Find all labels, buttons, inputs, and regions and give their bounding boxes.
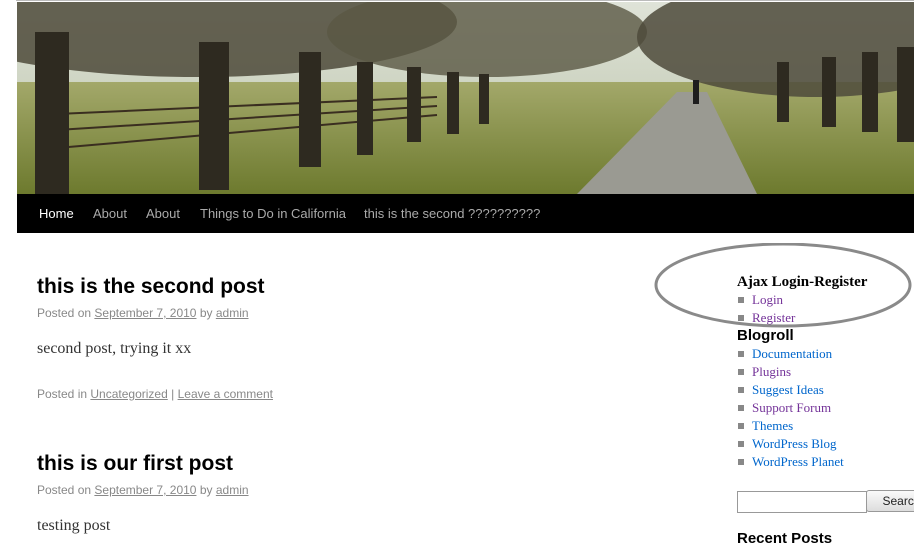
search-button[interactable]: Search [866, 490, 914, 512]
posted-on-label: Posted on [37, 483, 92, 497]
list-item: Themes [737, 417, 844, 435]
posted-in-label: Posted in [37, 387, 88, 401]
nav-item-home[interactable]: Home [39, 194, 74, 233]
nav-item-about-2[interactable]: About [146, 194, 180, 233]
top-border [16, 0, 914, 1]
list-item: Documentation [737, 345, 844, 363]
by-label: by [199, 483, 213, 497]
suggest-ideas-link[interactable]: Suggest Ideas [752, 382, 824, 397]
post-content: second post, trying it xx [37, 340, 192, 357]
by-label: by [199, 306, 213, 320]
list-item: WordPress Blog [737, 435, 844, 453]
support-forum-link[interactable]: Support Forum [752, 400, 831, 415]
highlight-ellipse [654, 243, 912, 328]
post-date-link[interactable]: September 7, 2010 [94, 306, 196, 320]
post-title[interactable]: this is the second post [37, 275, 265, 299]
post-meta: Posted on September 7, 2010 by admin [37, 306, 249, 320]
nav-item-things-to-do[interactable]: Things to Do in California [200, 194, 346, 233]
plugins-link[interactable]: Plugins [752, 364, 791, 379]
category-link[interactable]: Uncategorized [90, 387, 167, 401]
post-content: testing post [37, 517, 111, 534]
recent-posts-title: Recent Posts [737, 530, 833, 547]
list-item: Plugins [737, 363, 844, 381]
blogroll-title: Blogroll [737, 327, 794, 344]
author-link[interactable]: admin [216, 306, 249, 320]
posted-on-label: Posted on [37, 306, 92, 320]
wordpress-planet-link[interactable]: WordPress Planet [752, 454, 844, 469]
separator: | [171, 387, 175, 401]
blogroll-list: Documentation Plugins Suggest Ideas Supp… [737, 345, 844, 471]
list-item: Support Forum [737, 399, 844, 417]
list-item: Suggest Ideas [737, 381, 844, 399]
leave-comment-link[interactable]: Leave a comment [178, 387, 273, 401]
nav-item-about[interactable]: About [93, 194, 127, 233]
post-meta: Posted on September 7, 2010 by admin [37, 483, 249, 497]
wordpress-blog-link[interactable]: WordPress Blog [752, 436, 837, 451]
search-input[interactable] [737, 491, 867, 513]
header-image [17, 2, 914, 194]
post-title[interactable]: this is our first post [37, 452, 233, 476]
post-footer: Posted in Uncategorized | Leave a commen… [37, 387, 273, 401]
main-navigation: Home About About Things to Do in Califor… [17, 194, 914, 233]
author-link[interactable]: admin [216, 483, 249, 497]
list-item: WordPress Planet [737, 453, 844, 471]
themes-link[interactable]: Themes [752, 418, 793, 433]
nav-item-second-post[interactable]: this is the second ?????????? [364, 194, 540, 233]
post-date-link[interactable]: September 7, 2010 [94, 483, 196, 497]
documentation-link[interactable]: Documentation [752, 346, 832, 361]
